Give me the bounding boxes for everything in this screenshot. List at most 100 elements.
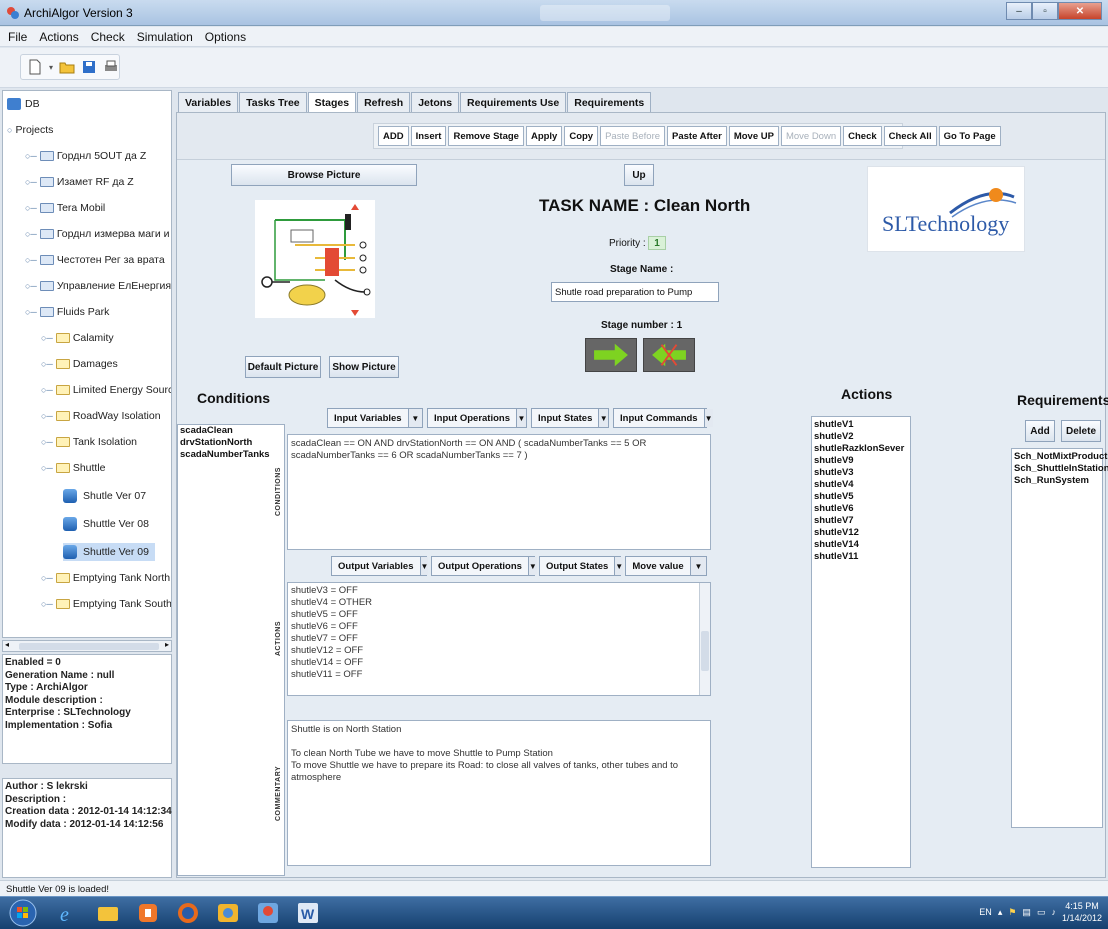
input-variables-combo[interactable]: Input Variables ▼ xyxy=(327,408,423,428)
add-button[interactable]: ADD xyxy=(378,126,409,146)
tab-variables[interactable]: Variables xyxy=(178,92,239,112)
tree-item[interactable]: ○─ Горднл 5OUT да Z xyxy=(25,147,146,165)
menu-actions[interactable]: Actions xyxy=(39,30,78,44)
input-states-combo[interactable]: Input States ▼ xyxy=(531,408,609,428)
delete-requirement-button[interactable]: Delete xyxy=(1061,420,1101,442)
list-item[interactable]: drvStationNorth xyxy=(178,437,284,449)
paste-after-button[interactable]: Paste After xyxy=(667,126,727,146)
tree-item[interactable]: ○─ Tera Mobil xyxy=(25,199,105,217)
maximize-button[interactable]: ▫ xyxy=(1032,2,1058,20)
tree-item-shuttle[interactable]: ○─ Shuttle xyxy=(41,459,106,477)
tree-item[interactable]: ○─Горднл измерва маги и скорос xyxy=(25,225,171,243)
tree-projects[interactable]: ○ Projects xyxy=(7,121,53,139)
move-down-button[interactable]: Move Down xyxy=(780,126,842,146)
tree-horizontal-scrollbar[interactable]: ◂ ▸ xyxy=(2,640,172,652)
commentary-text-area[interactable]: Shuttle is on North Station To clean Nor… xyxy=(287,720,711,866)
show-picture-button[interactable]: Show Picture xyxy=(329,356,399,378)
input-commands-combo[interactable]: Input Commands ▼ xyxy=(613,408,713,428)
word-icon[interactable]: W xyxy=(296,901,320,925)
move-value-combo[interactable]: Move value ▼ xyxy=(625,556,707,576)
copy-button[interactable]: Copy xyxy=(564,126,599,146)
next-stage-arrow-icon[interactable] xyxy=(585,338,637,372)
up-button[interactable]: Up xyxy=(624,164,654,186)
tab-requirements-use[interactable]: Requirements Use xyxy=(460,92,567,112)
tree-item[interactable]: ○─ Изамет RF да Z xyxy=(25,173,134,191)
new-file-icon[interactable] xyxy=(27,59,43,75)
tree-item[interactable]: ○─ Calamity xyxy=(41,329,114,347)
scroll-thumb[interactable] xyxy=(19,643,159,650)
list-item[interactable]: shutleRazklonSever xyxy=(812,443,910,455)
list-item[interactable]: shutleV1 xyxy=(812,419,910,431)
conditions-text-area[interactable]: scadaClean == ON AND drvStationNorth == … xyxy=(287,434,711,550)
tree-item[interactable]: ○─ Честотен Рег за врата xyxy=(25,251,165,269)
actions-text-area[interactable]: shutleV3 = OFF shutleV4 = OTHER shutleV5… xyxy=(287,582,711,696)
check-button[interactable]: Check xyxy=(843,126,882,146)
open-folder-icon[interactable] xyxy=(59,59,75,75)
tab-refresh[interactable]: Refresh xyxy=(357,92,411,112)
actions-list[interactable]: shutleV1 shutleV2 shutleRazklonSever shu… xyxy=(811,416,911,868)
language-indicator[interactable]: EN xyxy=(979,907,992,917)
media-player-icon[interactable] xyxy=(136,901,160,925)
priority-value[interactable]: 1 xyxy=(648,236,666,250)
minimize-button[interactable]: – xyxy=(1006,2,1032,20)
clock[interactable]: 4:15 PM 1/14/2012 xyxy=(1062,900,1102,924)
list-item[interactable]: scadaNumberTanks xyxy=(178,449,284,461)
go-to-page-button[interactable]: Go To Page xyxy=(938,126,1001,146)
check-all-button[interactable]: Check All xyxy=(883,126,937,146)
network-icon[interactable]: ▤ xyxy=(1022,907,1031,918)
internet-explorer-icon[interactable]: e xyxy=(56,901,80,925)
stage-name-input[interactable]: Shutle road preparation to Pump xyxy=(551,282,719,302)
list-item[interactable]: shutleV11 xyxy=(812,551,910,563)
insert-button[interactable]: Insert xyxy=(410,126,447,146)
scroll-thumb[interactable] xyxy=(701,631,709,671)
tab-stages[interactable]: Stages xyxy=(307,92,357,112)
condition-variables-list[interactable]: scadaClean drvStationNorth scadaNumberTa… xyxy=(177,424,285,876)
move-up-button[interactable]: Move UP xyxy=(728,126,779,146)
output-variables-combo[interactable]: Output Variables ▼ xyxy=(331,556,429,576)
list-item[interactable]: shutleV6 xyxy=(812,503,910,515)
tree-item[interactable]: Shutle Ver 07 xyxy=(63,487,146,505)
list-item[interactable]: shutleV2 xyxy=(812,431,910,443)
scroll-left-icon[interactable]: ◂ xyxy=(5,640,9,649)
input-operations-combo[interactable]: Input Operations ▼ xyxy=(427,408,527,428)
java-app-icon[interactable] xyxy=(256,901,280,925)
tree-item[interactable]: ○─Limited Energy Sources xyxy=(41,381,171,399)
flag-icon[interactable]: ⚑ xyxy=(1008,907,1016,918)
browse-picture-button[interactable]: Browse Picture xyxy=(231,164,417,186)
list-item[interactable]: shutleV5 xyxy=(812,491,910,503)
tree-item[interactable]: ○─ RoadWay Isolation xyxy=(41,407,161,425)
start-button-icon[interactable] xyxy=(8,898,38,928)
actions-vertical-scrollbar[interactable] xyxy=(699,583,710,695)
menu-file[interactable]: File xyxy=(8,30,27,44)
list-item[interactable]: shutleV3 xyxy=(812,467,910,479)
volume-icon[interactable]: ♪ xyxy=(1051,907,1056,917)
tab-requirements[interactable]: Requirements xyxy=(567,92,652,112)
list-item[interactable]: shutleV4 xyxy=(812,479,910,491)
tab-tasks-tree[interactable]: Tasks Tree xyxy=(239,92,307,112)
firefox-icon[interactable] xyxy=(176,901,200,925)
save-icon[interactable] xyxy=(81,59,97,75)
tree-item-fluids-park[interactable]: ○─ Fluids Park xyxy=(25,303,109,321)
list-item[interactable]: shutleV14 xyxy=(812,539,910,551)
output-states-combo[interactable]: Output States ▼ xyxy=(539,556,624,576)
tray-arrow-icon[interactable]: ▴ xyxy=(998,907,1003,918)
menu-options[interactable]: Options xyxy=(205,30,246,44)
remove-stage-button[interactable]: Remove Stage xyxy=(448,126,524,146)
list-item[interactable]: Sch_ShuttleInStation xyxy=(1012,463,1108,475)
tree-root[interactable]: DB xyxy=(7,95,40,113)
tree-item[interactable]: ○─ Emptying Tank South xyxy=(41,595,171,613)
previous-stage-arrow-icon[interactable] xyxy=(643,338,695,372)
print-icon[interactable] xyxy=(103,59,119,75)
list-item[interactable]: shutleV12 xyxy=(812,527,910,539)
project-tree[interactable]: DB ○ Projects ○─ Горднл 5OUT да Z ○─ Изаме… xyxy=(2,90,172,638)
tree-item[interactable]: ○─ Emptying Tank North xyxy=(41,569,170,587)
menu-check[interactable]: Check xyxy=(91,30,125,44)
default-picture-button[interactable]: Default Picture xyxy=(245,356,321,378)
list-item[interactable]: scadaClean xyxy=(178,425,284,437)
list-item[interactable]: shutleV7 xyxy=(812,515,910,527)
tree-item[interactable]: Shuttle Ver 08 xyxy=(63,515,149,533)
apply-button[interactable]: Apply xyxy=(525,126,563,146)
tree-item[interactable]: ○─Управление ЕлЕнергия автомс xyxy=(25,277,171,295)
file-explorer-icon[interactable] xyxy=(96,901,120,925)
paste-before-button[interactable]: Paste Before xyxy=(600,126,666,146)
